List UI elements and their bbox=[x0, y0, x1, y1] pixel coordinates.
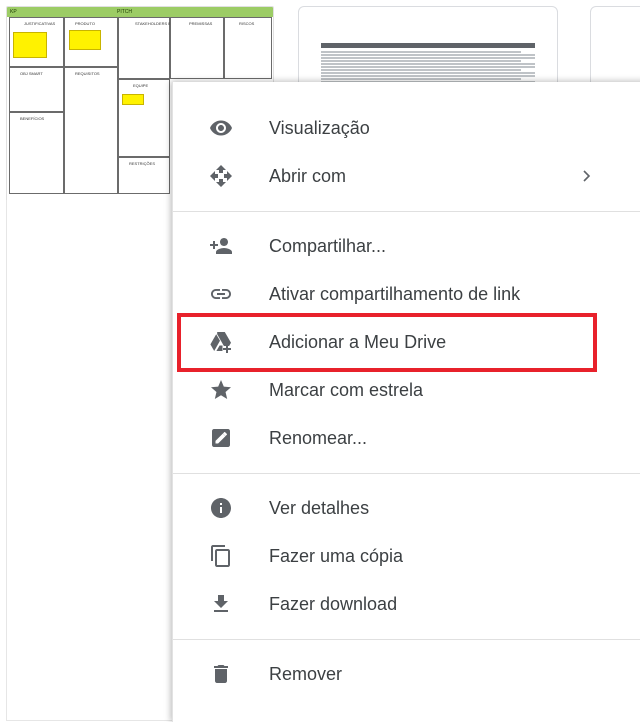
spreadsheet-row bbox=[321, 63, 535, 65]
menu-item-label: Adicionar a Meu Drive bbox=[269, 332, 447, 352]
menu-item-star[interactable]: Marcar com estrela bbox=[173, 366, 640, 414]
file-thumbnail-lower bbox=[6, 200, 174, 721]
canvas-header-bar: KP PITCH bbox=[7, 7, 273, 17]
canvas-cell: PRODUTO bbox=[64, 17, 118, 67]
chevron-right-icon bbox=[577, 166, 597, 186]
canvas-cell: REQUISITOS bbox=[64, 67, 118, 194]
menu-divider bbox=[173, 639, 640, 640]
menu-item-add-to-my-drive[interactable]: Adicionar a Meu Drive bbox=[173, 318, 640, 366]
canvas-cell: BENEFÍCIOS bbox=[9, 112, 64, 194]
menu-item-label: Ativar compartilhamento de link bbox=[269, 284, 521, 304]
copy-icon bbox=[209, 544, 233, 568]
link-icon bbox=[209, 282, 233, 306]
rename-icon bbox=[209, 426, 233, 450]
spreadsheet-row bbox=[321, 57, 535, 59]
star-icon bbox=[209, 378, 233, 402]
spreadsheet-row bbox=[321, 72, 535, 74]
download-icon bbox=[209, 592, 233, 616]
canvas-cell: JUSTIFICATIVAS bbox=[9, 17, 64, 67]
open-with-icon bbox=[209, 164, 233, 188]
spreadsheet-row bbox=[321, 66, 535, 68]
menu-item-label: Ver detalhes bbox=[269, 498, 370, 518]
menu-item-share[interactable]: Compartilhar... bbox=[173, 222, 640, 270]
canvas-cell: RISCOS bbox=[224, 17, 272, 79]
menu-item-label: Fazer uma cópia bbox=[269, 546, 404, 566]
spreadsheet-row bbox=[321, 69, 521, 71]
menu-item-remove[interactable]: Remover bbox=[173, 650, 640, 698]
postit-note bbox=[122, 94, 144, 105]
trash-icon bbox=[209, 662, 233, 686]
menu-item-label: Abrir com bbox=[269, 166, 347, 186]
postit-note bbox=[13, 32, 47, 58]
spreadsheet-row bbox=[321, 54, 535, 56]
info-icon bbox=[209, 496, 233, 520]
person-add-icon bbox=[209, 234, 233, 258]
drive-add-icon bbox=[209, 330, 233, 354]
context-menu: Visualização Abrir com Compartilhar... A… bbox=[172, 82, 640, 722]
canvas-cell: PREMISSAS bbox=[170, 17, 224, 79]
spreadsheet-row bbox=[321, 75, 535, 77]
menu-item-rename[interactable]: Renomear... bbox=[173, 414, 640, 462]
menu-item-label: Fazer download bbox=[269, 594, 398, 614]
menu-item-label: Marcar com estrela bbox=[269, 380, 424, 400]
canvas-header-label: KP bbox=[10, 9, 17, 15]
menu-item-label: Remover bbox=[269, 664, 343, 684]
spreadsheet-row bbox=[321, 60, 521, 62]
postit-note bbox=[69, 30, 101, 50]
menu-divider bbox=[173, 211, 640, 212]
menu-item-label: Renomear... bbox=[269, 428, 368, 448]
menu-item-label: Visualização bbox=[269, 118, 370, 138]
menu-item-link-sharing[interactable]: Ativar compartilhamento de link bbox=[173, 270, 640, 318]
canvas-cell: RESTRIÇÕES bbox=[118, 157, 170, 194]
canvas-cell: OBJ SMART bbox=[9, 67, 64, 112]
canvas-cell: EQUIPE bbox=[118, 79, 170, 157]
menu-item-open-with[interactable]: Abrir com bbox=[173, 152, 640, 200]
canvas-header-label: PITCH bbox=[117, 9, 132, 15]
spreadsheet-row bbox=[321, 78, 521, 80]
menu-item-make-copy[interactable]: Fazer uma cópia bbox=[173, 532, 640, 580]
menu-item-details[interactable]: Ver detalhes bbox=[173, 484, 640, 532]
canvas-cell: STAKEHOLDERS EXTERNOS bbox=[118, 17, 190, 79]
spreadsheet-row bbox=[321, 51, 521, 53]
spreadsheet-header-row bbox=[321, 43, 535, 48]
menu-item-preview[interactable]: Visualização bbox=[173, 104, 640, 152]
menu-divider bbox=[173, 473, 640, 474]
eye-icon bbox=[209, 116, 233, 140]
menu-item-label: Compartilhar... bbox=[269, 236, 387, 256]
menu-item-download[interactable]: Fazer download bbox=[173, 580, 640, 628]
